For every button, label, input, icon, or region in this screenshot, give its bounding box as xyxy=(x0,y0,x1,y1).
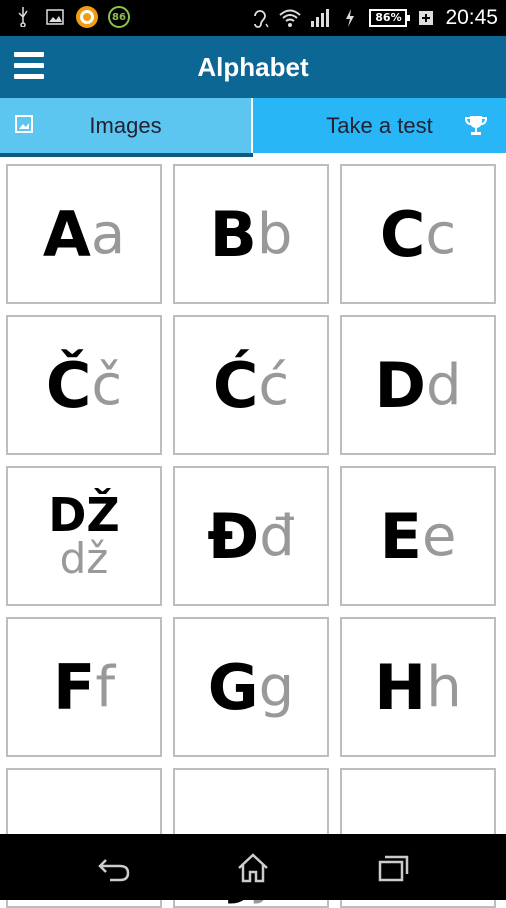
tab-take-a-test[interactable]: Take a test xyxy=(253,98,506,153)
letter-card[interactable]: DŽ dž xyxy=(6,466,162,606)
recent-apps-icon[interactable] xyxy=(374,852,410,884)
charging-icon xyxy=(339,7,361,29)
letter-card[interactable]: Bb xyxy=(173,164,329,304)
page-title: Alphabet xyxy=(197,52,309,82)
uppercase-letter: G xyxy=(207,650,259,724)
tab-indicator xyxy=(0,153,253,157)
uppercase-letter: D xyxy=(374,348,426,422)
letter-card[interactable]: Ee xyxy=(340,466,496,606)
status-system: 86% 20:45 xyxy=(249,6,498,30)
letter-card[interactable]: Cc xyxy=(340,164,496,304)
plus-box-icon xyxy=(415,7,437,29)
app-notification-icon xyxy=(76,6,98,28)
lowercase-letter: č xyxy=(91,352,123,418)
uppercase-letter: E xyxy=(379,499,422,573)
lowercase-letter: g xyxy=(258,654,295,720)
letter-card[interactable]: Aa xyxy=(6,164,162,304)
uppercase-letter: A xyxy=(42,197,91,271)
uppercase-letter: DŽ xyxy=(48,488,120,542)
status-notifications: 86 xyxy=(12,6,130,28)
tab-test-label: Take a test xyxy=(326,112,433,138)
uppercase-letter: B xyxy=(209,197,257,271)
tab-bar: Images Take a test xyxy=(0,98,506,158)
signal-icon xyxy=(309,7,331,29)
clock: 20:45 xyxy=(445,6,498,29)
letter-card[interactable]: Hh xyxy=(340,617,496,757)
home-icon[interactable] xyxy=(235,852,271,884)
letter-card[interactable]: Dd xyxy=(340,315,496,455)
tab-images-label: Images xyxy=(89,112,162,138)
lowercase-letter: d xyxy=(425,352,462,418)
uppercase-letter: Đ xyxy=(207,499,260,573)
image-icon xyxy=(15,115,33,133)
uppercase-letter: Č xyxy=(45,348,92,422)
tab-images[interactable]: Images xyxy=(0,98,253,153)
usb-icon xyxy=(12,6,34,28)
battery-indicator: 86% xyxy=(369,9,411,27)
uppercase-letter: H xyxy=(374,650,427,724)
lowercase-letter: f xyxy=(95,654,116,720)
letter-card[interactable]: Ćć xyxy=(173,315,329,455)
lowercase-letter: e xyxy=(421,503,457,569)
letter-card[interactable]: Ff xyxy=(6,617,162,757)
wifi-icon xyxy=(279,7,302,29)
uppercase-letter: Ć xyxy=(212,348,259,422)
lowercase-letter: ć xyxy=(258,352,290,418)
navigation-bar xyxy=(0,834,506,900)
notification-badge-icon: 86 xyxy=(108,6,130,28)
lowercase-letter: b xyxy=(256,201,293,267)
lowercase-letter: đ xyxy=(259,503,295,569)
image-icon xyxy=(44,6,66,28)
lowercase-letter: c xyxy=(425,201,457,267)
lowercase-letter: a xyxy=(90,201,126,267)
hearing-aid-icon xyxy=(249,7,271,29)
letter-card[interactable]: Gg xyxy=(173,617,329,757)
lowercase-letter: dž xyxy=(59,534,109,583)
status-bar: 86 86% 20:45 xyxy=(0,0,506,36)
letter-card[interactable]: Đđ xyxy=(173,466,329,606)
back-icon[interactable] xyxy=(96,852,132,884)
uppercase-letter: F xyxy=(52,650,96,724)
app-bar: Alphabet xyxy=(0,36,506,98)
trophy-icon xyxy=(464,116,488,135)
lowercase-letter: h xyxy=(426,654,462,720)
uppercase-letter: C xyxy=(379,197,426,271)
letter-card[interactable]: Čč xyxy=(6,315,162,455)
